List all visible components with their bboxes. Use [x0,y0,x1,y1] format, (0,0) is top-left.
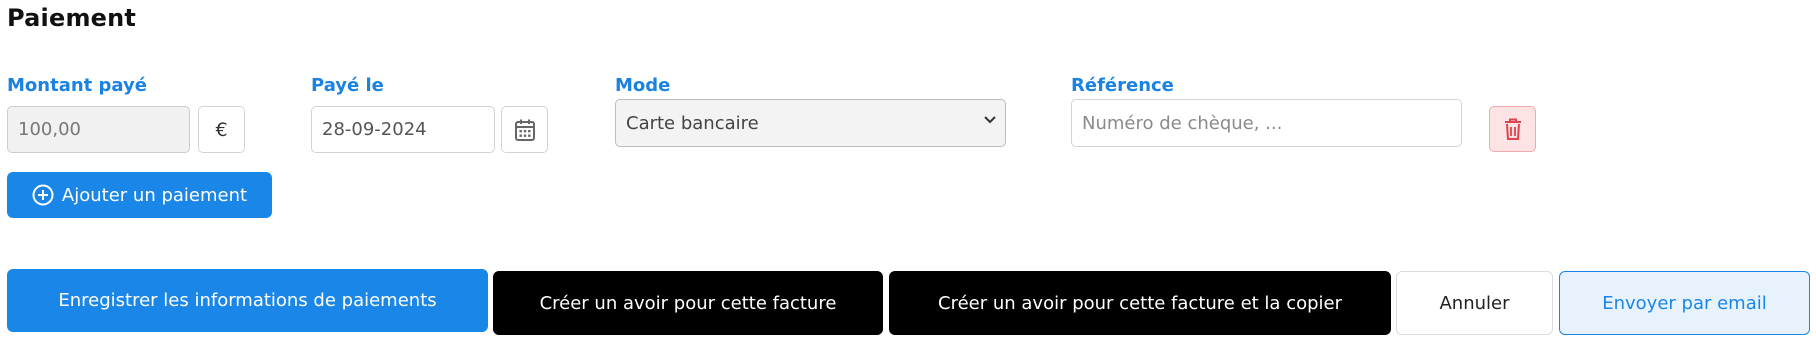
send-email-label: Envoyer par email [1602,292,1767,314]
mode-label: Mode [615,75,671,96]
add-payment-button[interactable]: Ajouter un paiement [7,172,272,218]
mode-selected-value: Carte bancaire [626,112,759,134]
cancel-label: Annuler [1439,292,1510,314]
calendar-button[interactable] [501,106,548,153]
credit-note-copy-button[interactable]: Créer un avoir pour cette facture et la … [889,271,1391,335]
date-label: Payé le [311,75,384,96]
trash-icon [1504,118,1521,140]
save-payments-button[interactable]: Enregistrer les informations de paiement… [7,269,488,332]
credit-note-label: Créer un avoir pour cette facture [539,292,837,314]
date-value: 28-09-2024 [322,119,427,140]
cancel-button[interactable]: Annuler [1396,271,1553,335]
credit-note-copy-label: Créer un avoir pour cette facture et la … [938,292,1342,314]
chevron-down-icon [984,116,996,124]
section-title: Paiement [7,4,137,32]
date-input[interactable]: 28-09-2024 [311,106,495,153]
amount-value: 100,00 [18,119,81,140]
reference-input[interactable]: Numéro de chèque, ... [1071,99,1462,147]
calendar-icon [514,119,535,141]
delete-payment-button[interactable] [1489,106,1536,152]
add-payment-label: Ajouter un paiement [61,184,248,206]
reference-placeholder: Numéro de chèque, ... [1082,112,1283,134]
amount-label: Montant payé [7,75,147,96]
mode-select[interactable]: Carte bancaire [615,99,1006,147]
save-payments-label: Enregistrer les informations de paiement… [58,290,437,311]
plus-circle-icon [32,184,54,206]
amount-input: 100,00 [7,106,190,153]
currency-symbol: € [215,118,228,141]
send-email-button[interactable]: Envoyer par email [1559,271,1810,335]
currency-addon: € [198,106,245,153]
reference-label: Référence [1071,75,1174,96]
credit-note-button[interactable]: Créer un avoir pour cette facture [493,271,883,335]
